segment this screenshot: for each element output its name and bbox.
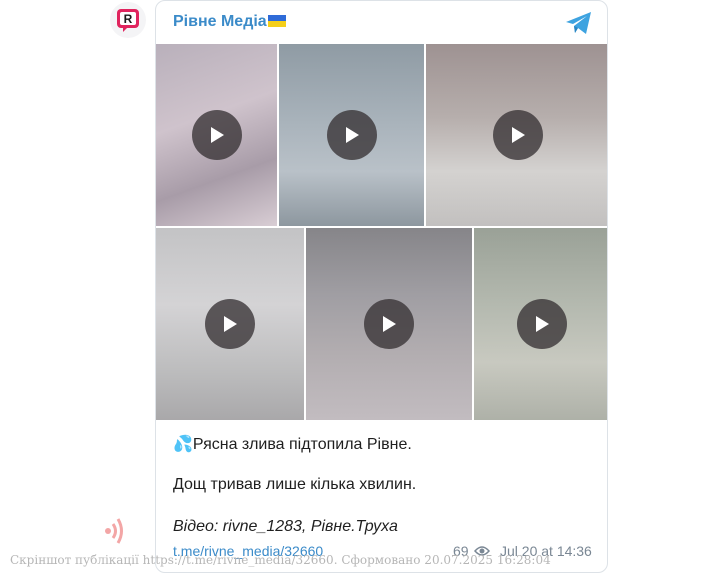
post-card: Рівне Медіа 💦Рясна злива підтопила Рівне…: [155, 0, 608, 573]
screenshot-watermark: Скріншот публікації https://t.me/rivne_m…: [10, 553, 551, 567]
message-credit: Відео: rivne_1283, Рівне.Труха: [173, 518, 398, 535]
play-icon: [224, 316, 237, 332]
broadcast-icon: [105, 518, 123, 544]
play-button[interactable]: [364, 299, 414, 349]
message-line: Дощ тривав лише кілька хвилин.: [173, 476, 417, 493]
play-icon: [512, 127, 525, 143]
play-button[interactable]: [205, 299, 255, 349]
play-button[interactable]: [493, 110, 543, 160]
ukraine-flag-icon: [267, 15, 286, 27]
play-icon: [346, 127, 359, 143]
play-icon: [211, 127, 224, 143]
svg-text:R: R: [124, 12, 133, 26]
video-thumbnail[interactable]: [306, 228, 472, 420]
channel-name-text[interactable]: Рівне Медіа: [173, 13, 267, 30]
telegram-icon[interactable]: [565, 11, 593, 35]
play-button[interactable]: [327, 110, 377, 160]
play-icon: [383, 316, 396, 332]
message-line: 💦Рясна злива підтопила Рівне.: [173, 436, 412, 453]
video-thumbnail[interactable]: [156, 228, 304, 420]
channel-avatar[interactable]: R: [110, 2, 146, 38]
play-icon: [536, 316, 549, 332]
channel-logo-icon: R: [117, 9, 139, 32]
play-button[interactable]: [517, 299, 567, 349]
video-thumbnail[interactable]: [426, 44, 607, 226]
play-button[interactable]: [192, 110, 242, 160]
video-thumbnail[interactable]: [474, 228, 607, 420]
post-header: Рівне Медіа: [156, 1, 607, 45]
channel-name[interactable]: Рівне Медіа: [173, 13, 286, 31]
video-thumbnail[interactable]: [279, 44, 424, 226]
video-thumbnail[interactable]: [156, 44, 277, 226]
